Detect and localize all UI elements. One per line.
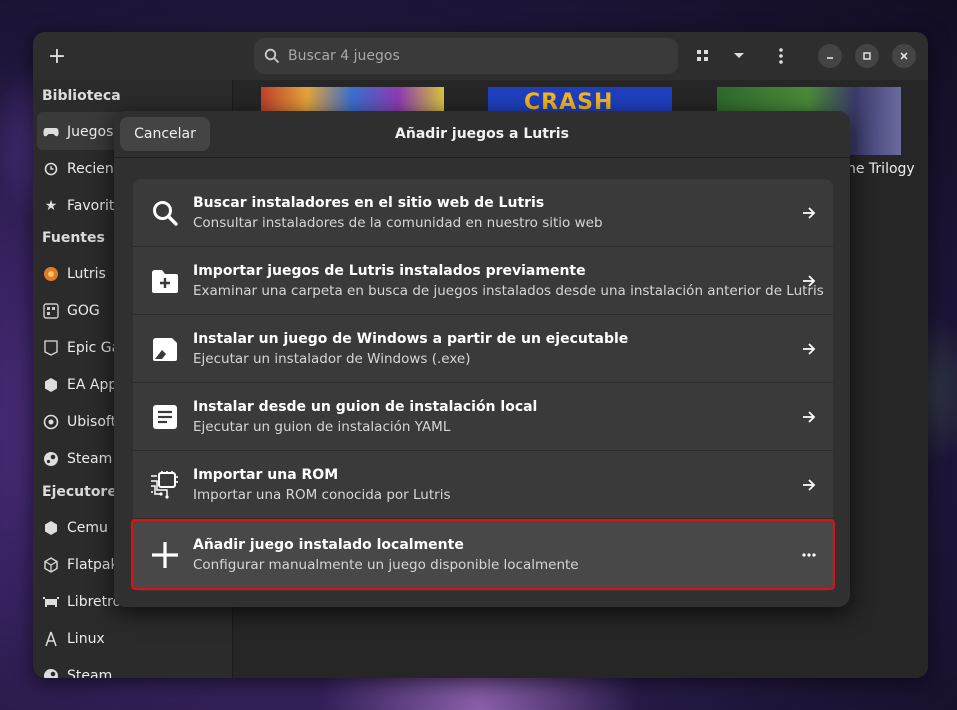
gog-icon	[42, 302, 60, 320]
clock-icon	[42, 160, 60, 178]
sidebar-item-cemu[interactable]: Cemu	[42, 516, 108, 540]
view-options-dropdown[interactable]	[725, 42, 753, 70]
search-icon	[264, 48, 280, 64]
steam-icon	[42, 667, 60, 678]
cancel-button[interactable]: Cancelar	[120, 117, 210, 151]
option-windows-executable[interactable]: Instalar un juego de Windows a partir de…	[133, 315, 833, 383]
search-icon	[149, 197, 181, 229]
main-menu-button[interactable]	[767, 42, 795, 70]
option-local-script[interactable]: Instalar desde un guion de instalación l…	[133, 383, 833, 451]
sidebar-item-linux[interactable]: Linux	[42, 627, 105, 651]
minimize-icon	[827, 57, 833, 59]
grid-icon	[697, 50, 708, 61]
add-local-game-row[interactable]: Añadir juego instalado localmente Config…	[133, 521, 833, 588]
linux-icon	[42, 630, 60, 648]
option-search-installers[interactable]: Buscar instaladores en el sitio web de L…	[133, 179, 833, 247]
cemu-icon	[42, 519, 60, 537]
chevron-down-icon	[734, 53, 744, 58]
sidebar-item-epic[interactable]: Epic Ga	[42, 336, 120, 360]
arrow-right-icon	[799, 339, 819, 359]
sidebar-item-ubisoft[interactable]: Ubisoft	[42, 410, 116, 434]
header-bar: +	[33, 32, 928, 80]
dialog-title: Añadir juegos a Lutris	[395, 126, 569, 142]
steam-icon	[42, 450, 60, 468]
ubisoft-icon	[42, 413, 60, 431]
sidebar-item-steam[interactable]: Steam	[42, 447, 112, 471]
sidebar-section-ejecutores: Ejecutores	[42, 484, 126, 500]
gamepad-icon	[42, 123, 60, 141]
sidebar-item-recientes[interactable]: Recient	[42, 157, 119, 181]
search-input[interactable]	[288, 48, 648, 64]
plus-icon	[149, 539, 181, 571]
maximize-icon	[863, 52, 871, 60]
arrow-right-icon	[799, 271, 819, 291]
game-title-trilogy[interactable]: ne Trilogy	[847, 161, 915, 177]
arrow-right-icon	[799, 203, 819, 223]
folder-add-icon	[149, 265, 181, 297]
sidebar-item-favoritos[interactable]: ★ Favorit	[42, 194, 115, 218]
ellipsis-icon	[799, 545, 819, 565]
sidebar-section-biblioteca: Biblioteca	[42, 88, 121, 104]
sidebar-item-ea[interactable]: EA App	[42, 373, 117, 397]
sidebar-item-juegos[interactable]: Juegos	[42, 120, 113, 144]
script-document-icon	[149, 401, 181, 433]
view-grid-button[interactable]	[689, 42, 717, 70]
sidebar-item-steam-runner[interactable]: Steam	[42, 664, 112, 678]
option-import-rom[interactable]: Importar una ROM Importar una ROM conoci…	[133, 451, 833, 519]
arrow-right-icon	[799, 407, 819, 427]
epic-icon	[42, 339, 60, 357]
minimize-button[interactable]	[818, 44, 842, 68]
lutris-icon	[42, 265, 60, 283]
sidebar-item-flatpak[interactable]: Flatpak	[42, 553, 119, 577]
add-game-button[interactable]: +	[43, 42, 71, 70]
windows-executable-icon	[149, 333, 181, 365]
flatpak-icon	[42, 556, 60, 574]
sidebar-item-gog[interactable]: GOG	[42, 299, 100, 323]
star-icon: ★	[44, 198, 58, 214]
option-add-local-game[interactable]: Añadir juego instalado localmente Config…	[131, 519, 835, 590]
search-bar[interactable]	[254, 38, 678, 74]
sidebar-section-fuentes: Fuentes	[42, 230, 105, 246]
sidebar-item-lutris[interactable]: Lutris	[42, 262, 106, 286]
option-import-previous[interactable]: Importar juegos de Lutris instalados pre…	[133, 247, 833, 315]
ea-icon	[42, 376, 60, 394]
sidebar-item-libretro[interactable]: Libretro	[42, 590, 121, 614]
close-icon	[900, 52, 908, 60]
libretro-icon	[42, 593, 60, 611]
rom-chip-icon	[149, 469, 181, 501]
dialog-header: Cancelar Añadir juegos a Lutris	[114, 111, 850, 158]
maximize-button[interactable]	[855, 44, 879, 68]
kebab-menu-icon	[779, 48, 783, 64]
arrow-right-icon	[799, 475, 819, 495]
close-button[interactable]	[892, 44, 916, 68]
